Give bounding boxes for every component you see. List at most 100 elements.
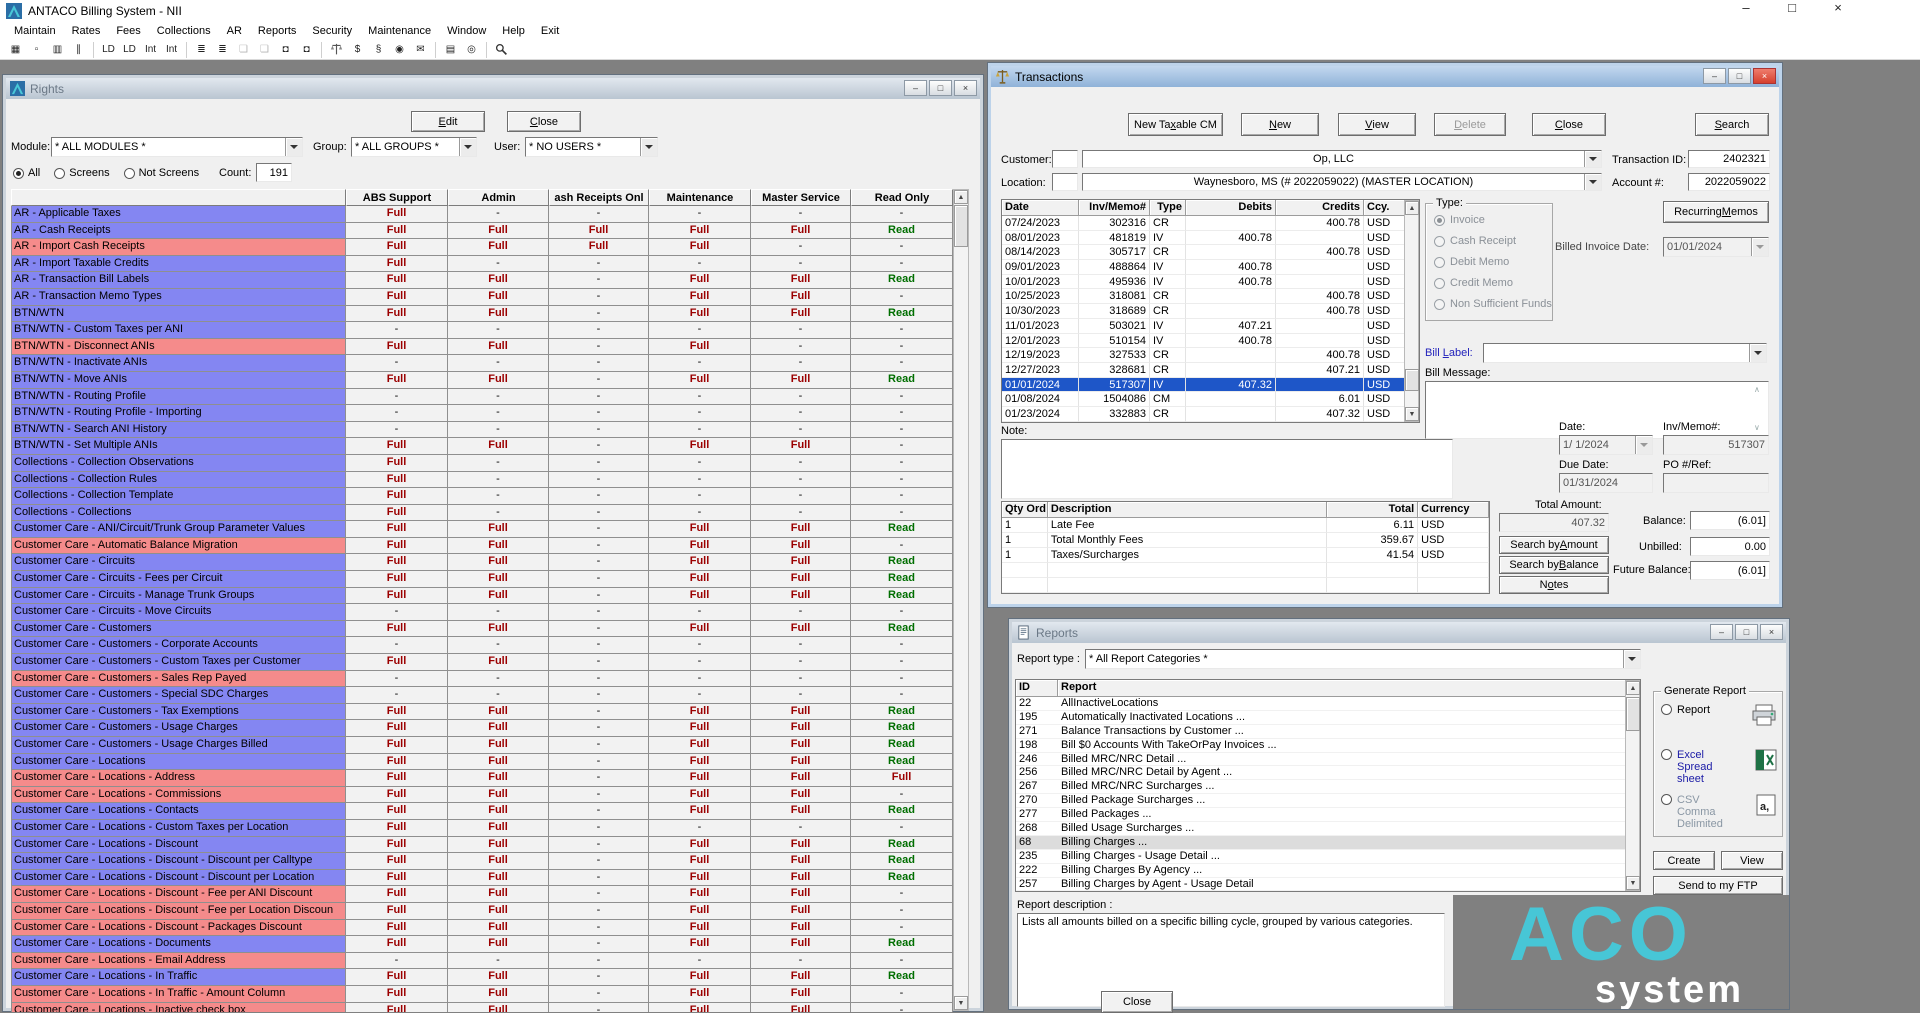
globe-icon[interactable]: ◉ [390, 41, 409, 58]
dollar-icon[interactable]: $ [348, 41, 367, 58]
scroll-down-icon[interactable]: ▼ [1405, 407, 1419, 421]
rights-table-row[interactable]: Customer Care - Customers - Special SDC … [11, 687, 953, 704]
rights-table-row[interactable]: Collections - Collection TemplateFull---… [11, 488, 953, 505]
rights-table-row[interactable]: BTN/WTN - Custom Taxes per ANI------ [11, 322, 953, 339]
rights-table-row[interactable]: Customer Care - ANI/Circuit/Trunk Group … [11, 521, 953, 538]
menu-item-maintenance[interactable]: Maintenance [360, 23, 439, 39]
cash-import-icon[interactable]: ❏ [255, 41, 274, 58]
rights-table-row[interactable]: Customer Care - CustomersFullFull-FullFu… [11, 621, 953, 638]
item-row[interactable] [1002, 563, 1489, 578]
menu-item-reports[interactable]: Reports [250, 23, 305, 39]
rights-table-row[interactable]: Customer Care - Customers - Tax Exemptio… [11, 704, 953, 721]
report-row[interactable]: 22AllInactiveLocations [1016, 697, 1640, 711]
report-row[interactable]: 246Billed MRC/NRC Detail ... [1016, 753, 1640, 767]
rights-table-row[interactable]: BTN/WTN - Search ANI History------ [11, 422, 953, 439]
reports-column-header[interactable]: ID [1016, 680, 1058, 697]
rights-table-row[interactable]: Customer Care - Locations - Discount - F… [11, 903, 953, 920]
report-row[interactable]: 68Billing Charges ... [1016, 836, 1640, 850]
rights-table-row[interactable]: Customer Care - Locations - In Traffic -… [11, 986, 953, 1003]
items-column-header[interactable]: Total [1327, 502, 1418, 518]
report-type-dropdown[interactable]: * All Report Categories * [1085, 649, 1641, 669]
close-button[interactable]: Close [1532, 113, 1606, 136]
report-row[interactable]: 198Bill $0 Accounts With TakeOrPay Invoi… [1016, 739, 1640, 753]
rights-table-row[interactable]: Customer Care - Locations - CommissionsF… [11, 787, 953, 804]
ld-import-icon[interactable]: LD [120, 41, 139, 58]
rights-table-row[interactable]: Customer Care - Locations - Discount - F… [11, 886, 953, 903]
edit-button[interactable]: Edit [411, 111, 485, 132]
transaction-row[interactable]: 10/01/2023495936IV400.78USD [1002, 275, 1419, 290]
transaction-row[interactable]: 08/01/2023481819IV400.78USD [1002, 231, 1419, 246]
report-row[interactable]: 268Billed Usage Surcharges ... [1016, 822, 1640, 836]
tax-icon[interactable]: § [369, 41, 388, 58]
transaction-row[interactable]: 08/14/2023305717CR400.78USD [1002, 245, 1419, 260]
rights-table-row[interactable]: AR - Import Cash ReceiptsFullFullFullFul… [11, 239, 953, 256]
rights-table-row[interactable]: BTN/WTN - Disconnect ANIsFullFull-Full-- [11, 339, 953, 356]
close-icon[interactable]: × [1828, 0, 1848, 15]
menu-item-maintain[interactable]: Maintain [6, 23, 64, 39]
rights-table-row[interactable]: BTN/WTN - Move ANIsFullFull-FullFullRead [11, 372, 953, 389]
rights-table-row[interactable]: AR - Import Taxable CreditsFull----- [11, 256, 953, 273]
rights-column-header[interactable]: ABS Support [346, 189, 448, 206]
report-row[interactable]: 277Billed Packages ... [1016, 808, 1640, 822]
intl-rates-icon[interactable]: Int [141, 41, 160, 58]
rights-table-row[interactable]: Customer Care - Locations - Discount - D… [11, 870, 953, 887]
search-icon[interactable] [492, 41, 511, 58]
view-button[interactable]: View [1721, 851, 1783, 870]
rights-table-row[interactable]: AR - Transaction Memo TypesFullFull-Full… [11, 289, 953, 306]
chevron-down-icon[interactable] [459, 138, 476, 156]
rights-table-row[interactable]: Customer Care - Locations - Custom Taxes… [11, 820, 953, 837]
restore-icon[interactable]: □ [1735, 624, 1758, 640]
transaction-row[interactable]: 10/30/2023318689CR400.78USD [1002, 304, 1419, 319]
rights-table-row[interactable]: BTN/WTN - Inactivate ANIs------ [11, 355, 953, 372]
menu-item-exit[interactable]: Exit [533, 23, 567, 39]
items-column-header[interactable]: Description [1048, 502, 1327, 518]
note-textarea[interactable] [1001, 439, 1453, 499]
minimize-icon[interactable]: – [904, 80, 927, 96]
close-button[interactable]: Close [507, 111, 581, 132]
rights-table-row[interactable]: Customer Care - Customers - Usage Charge… [11, 720, 953, 737]
radio-all[interactable]: All [13, 167, 40, 179]
transaction-row[interactable]: 09/01/2023488864IV400.78USD [1002, 260, 1419, 275]
rights-table-row[interactable]: Customer Care - Locations - AddressFullF… [11, 770, 953, 787]
cash-receipt-icon[interactable]: ❏ [234, 41, 253, 58]
item-row[interactable]: 1Late Fee6.11USD [1002, 518, 1489, 533]
report-row[interactable]: 222Billing Charges By Agency ... [1016, 864, 1640, 878]
menu-item-collections[interactable]: Collections [149, 23, 219, 39]
view-button[interactable]: View [1338, 113, 1416, 136]
rights-table-row[interactable]: AR - Cash ReceiptsFullFullFullFullFullRe… [11, 223, 953, 240]
bill-label-dropdown[interactable] [1483, 343, 1767, 363]
transactions-column-header[interactable]: Inv/Memo# [1079, 200, 1150, 216]
reports-close-button[interactable]: Close [1101, 991, 1173, 1013]
notes-icon[interactable]: ▫ [27, 41, 46, 58]
location-code-field[interactable] [1052, 173, 1078, 191]
ld-rates-icon[interactable]: LD [99, 41, 118, 58]
transaction-row[interactable]: 01/01/2024517307IV407.32USD [1002, 378, 1419, 393]
rights-table-row[interactable]: BTN/WTN - Set Multiple ANIsFullFull-Full… [11, 438, 953, 455]
transaction-row[interactable]: 10/25/2023318081CR400.78USD [1002, 289, 1419, 304]
rights-table-row[interactable]: BTN/WTNFullFull-FullFullRead [11, 306, 953, 323]
rights-table-row[interactable]: Customer Care - Customers - Sales Rep Pa… [11, 671, 953, 688]
recurring-memos-button[interactable]: Recurring Memos [1663, 201, 1769, 223]
transaction-row[interactable]: 12/01/2023510154IV400.78USD [1002, 334, 1419, 349]
inv-register-icon[interactable]: ▤ [441, 41, 460, 58]
rights-table-row[interactable]: Customer Care - Locations - DiscountFull… [11, 837, 953, 854]
rights-table-row[interactable]: AR - Transaction Bill LabelsFullFull-Ful… [11, 272, 953, 289]
chevron-down-icon[interactable] [285, 138, 302, 156]
rights-table-row[interactable]: Customer Care - Locations - Inactive che… [11, 1003, 953, 1013]
restore-icon[interactable]: □ [1728, 68, 1751, 84]
stamp-approve-icon[interactable]: ◘ [297, 41, 316, 58]
report-row[interactable]: 195Automatically Inactivated Locations .… [1016, 711, 1640, 725]
world-icon[interactable]: ◎ [462, 41, 481, 58]
minimize-icon[interactable]: – [1710, 624, 1733, 640]
rights-table-row[interactable]: AR - Applicable TaxesFull----- [11, 206, 953, 223]
menu-item-window[interactable]: Window [439, 23, 494, 39]
maximize-icon[interactable]: □ [1782, 0, 1802, 15]
rights-table-row[interactable]: Customer Care - Circuits - Move Circuits… [11, 604, 953, 621]
reports-column-header[interactable]: Report [1058, 680, 1626, 697]
bill-icon[interactable]: ≣ [192, 41, 211, 58]
rights-table-row[interactable]: Customer Care - Circuits - Fees per Circ… [11, 571, 953, 588]
rights-table-row[interactable]: Customer Care - Customers - Usage Charge… [11, 737, 953, 754]
scroll-up-icon[interactable]: ▲ [1405, 201, 1419, 215]
radio-dot[interactable] [1661, 704, 1672, 715]
rights-vertical-scrollbar[interactable]: ▲ ▼ [953, 189, 969, 1011]
